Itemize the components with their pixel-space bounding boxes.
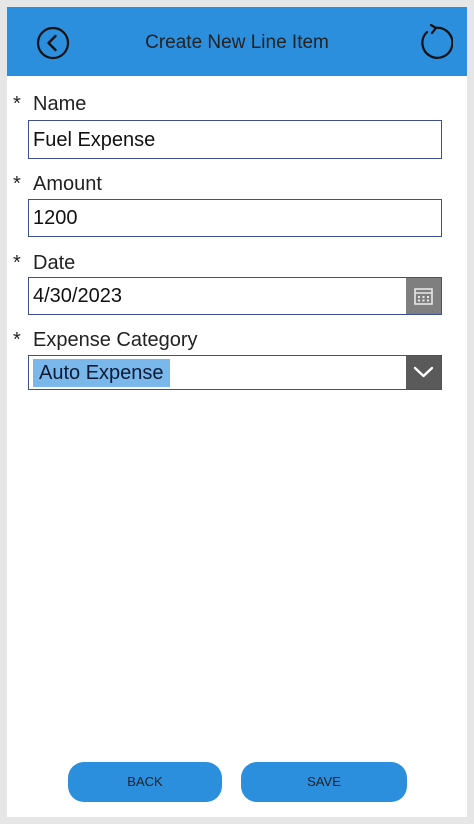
name-field[interactable]: Fuel Expense xyxy=(28,120,442,159)
dropdown-toggle-button[interactable] xyxy=(406,356,441,389)
amount-field[interactable]: 1200 xyxy=(28,199,442,237)
date-value: 4/30/2023 xyxy=(33,285,122,307)
back-button[interactable]: BACK xyxy=(68,762,222,802)
date-picker-button[interactable] xyxy=(406,278,441,314)
back-icon[interactable] xyxy=(36,26,70,60)
category-selected-value: Auto Expense xyxy=(33,359,170,387)
name-label: Name xyxy=(33,93,87,115)
required-marker: * xyxy=(13,173,21,195)
required-marker: * xyxy=(13,252,21,274)
required-marker: * xyxy=(13,93,21,115)
chevron-down-icon xyxy=(413,366,434,378)
header-bar: Create New Line Item xyxy=(7,7,467,76)
refresh-icon[interactable] xyxy=(415,24,453,62)
name-value: Fuel Expense xyxy=(33,129,156,151)
date-label: Date xyxy=(33,252,76,274)
amount-label: Amount xyxy=(33,173,102,195)
category-dropdown[interactable]: Auto Expense xyxy=(28,355,442,390)
page-title: Create New Line Item xyxy=(145,32,329,53)
calendar-icon xyxy=(414,288,433,305)
category-label: Expense Category xyxy=(33,329,198,351)
save-button[interactable]: SAVE xyxy=(241,762,407,802)
required-marker: * xyxy=(13,329,21,351)
amount-value: 1200 xyxy=(33,207,78,229)
screen: Create New Line Item * Name Fuel Expense… xyxy=(7,7,467,817)
date-field[interactable]: 4/30/2023 xyxy=(28,277,442,315)
